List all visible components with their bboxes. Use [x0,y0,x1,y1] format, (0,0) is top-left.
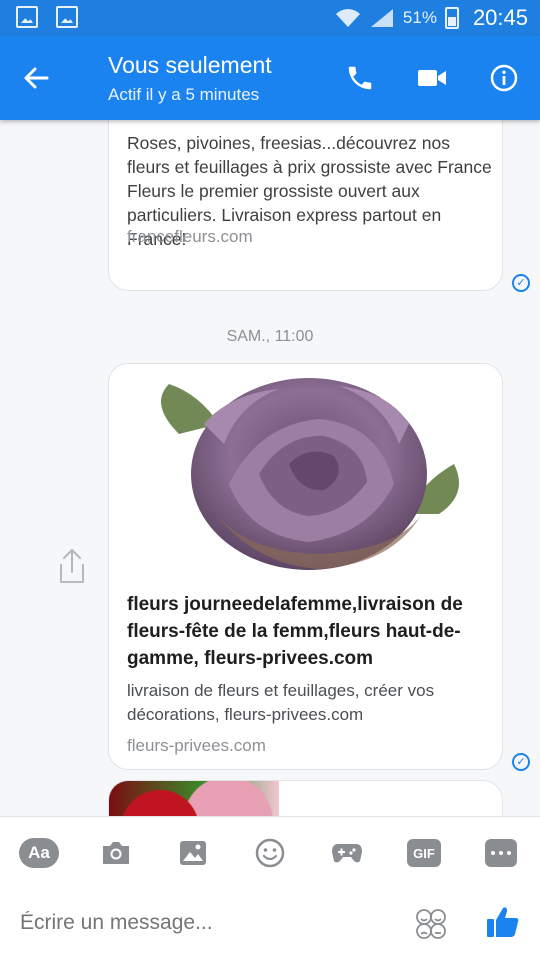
rose-image[interactable] [109,364,502,572]
link-title: fleurs journeedelafemme,livraison de fle… [127,594,463,669]
contact-name[interactable]: Vous seulement [108,52,272,79]
back-arrow-icon[interactable] [20,62,52,94]
active-status: Actif il y a 5 minutes [108,85,260,104]
gallery-notification-icon [16,6,38,28]
link-preview-card[interactable] [108,780,503,816]
composer-toolbar: Aa GIF [0,835,540,871]
message-timestamp: SAM., 11:00 [226,328,314,345]
games-icon[interactable] [327,835,367,871]
signal-icon [370,9,393,27]
share-icon[interactable] [55,546,89,586]
message-input[interactable] [20,911,400,935]
roses-image[interactable] [109,781,279,816]
gif-label: GIF [407,839,441,867]
aa-label: Aa [19,838,59,868]
link-preview-card[interactable]: fleurs journeedelafemme,livraison de fle… [108,363,503,770]
status-bar: 51% 20:45 [0,0,540,36]
battery-icon [444,7,459,29]
emoji-icon[interactable] [250,835,290,871]
link-domain: fleurs-privees.com [127,736,266,755]
email-notification-icon [56,6,78,28]
composer: Aa GIF [0,816,540,960]
wifi-icon [335,9,360,27]
text-style-button[interactable]: Aa [19,835,59,871]
gallery-icon[interactable] [173,835,213,871]
gif-button[interactable]: GIF [404,835,444,871]
seen-check-icon: ✓ [512,274,530,292]
info-icon[interactable] [486,60,522,96]
camera-icon[interactable] [96,835,136,871]
link-preview-card[interactable]: Roses, pivoines, freesias...découvrez no… [108,120,503,291]
link-description: livraison de fleurs et feuillages, créer… [127,681,435,724]
message-list[interactable]: Roses, pivoines, freesias...découvrez no… [0,120,540,816]
stickers-icon[interactable] [414,907,448,941]
seen-check-icon: ✓ [512,753,530,771]
conversation-header: Vous seulement Actif il y a 5 minutes [0,36,540,120]
battery-percent: 51% [402,8,437,27]
more-options-icon[interactable] [481,835,521,871]
clock: 20:45 [472,5,528,30]
link-domain: francefleurs.com [127,227,253,246]
video-call-icon[interactable] [414,60,450,96]
thumbs-up-icon[interactable] [484,903,522,941]
phone-call-icon[interactable] [342,60,378,96]
